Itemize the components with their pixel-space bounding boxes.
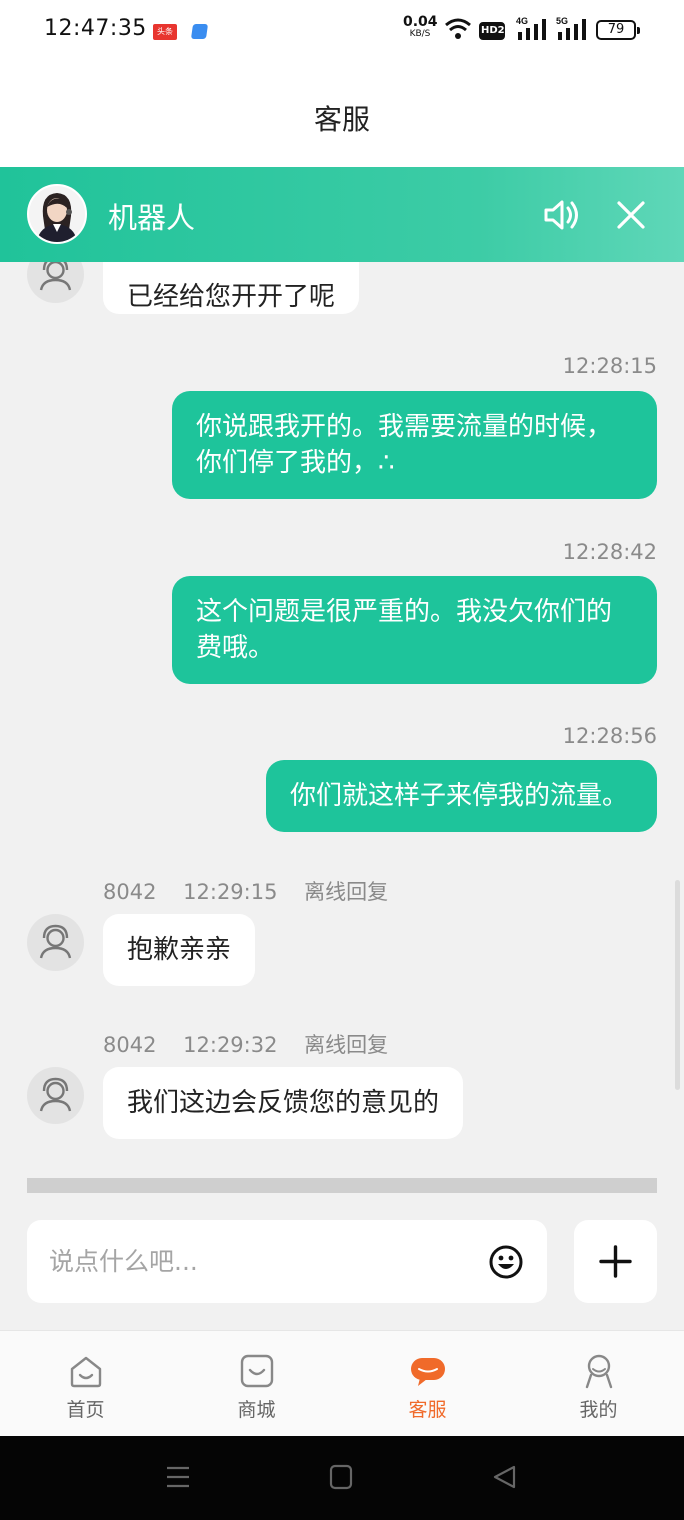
top-header: 客服	[0, 62, 684, 167]
signal-5g-icon: 5G	[556, 16, 586, 40]
user-message-bubble[interactable]: 你说跟我开的。我需要流量的时候， 你们停了我的，∴	[172, 391, 657, 499]
agent-avatar	[27, 262, 84, 303]
scrollbar[interactable]	[675, 880, 680, 1090]
message-line: 你们就这样子来停我的流量。	[290, 781, 629, 811]
close-icon[interactable]	[613, 197, 649, 233]
bottom-tab-bar: 首页 商城 客服 我的	[0, 1330, 684, 1436]
message-timestamp: 12:28:15	[562, 354, 657, 378]
speaker-icon[interactable]	[542, 197, 582, 233]
offline-reply-label: 离线回复	[304, 880, 389, 904]
agent-avatar	[27, 914, 84, 971]
home-square-icon[interactable]	[329, 1464, 353, 1490]
status-time: 12:47:35	[44, 16, 147, 41]
tab-label: 商城	[237, 1399, 276, 1421]
agent-portrait-icon	[29, 186, 85, 242]
agent-id: 8042	[103, 880, 157, 904]
status-bar: 12:47:35 头条 0.04 KB/S HD2 4G 5G 79	[0, 0, 684, 62]
system-nav-bar	[0, 1436, 684, 1520]
message-timestamp: 12:28:56	[562, 724, 657, 748]
add-attachment-button[interactable]	[574, 1220, 657, 1303]
agent-id: 8042	[103, 1033, 157, 1057]
tab-shop[interactable]: 商城	[171, 1331, 342, 1437]
chat-message-list[interactable]: 已经给您开开了呢 12:28:15 你说跟我开的。我需要流量的时候， 你们停了我…	[0, 262, 684, 1192]
message-input[interactable]: 说点什么吧...	[27, 1220, 547, 1303]
network-speed: 0.04 KB/S	[403, 14, 438, 40]
menu-icon[interactable]	[165, 1464, 191, 1490]
customer-service-avatar-icon	[39, 262, 72, 291]
agent-message-bubble[interactable]: 抱歉亲亲	[103, 914, 256, 986]
user-message-bubble[interactable]: 这个问题是很严重的。我没欠你们的 费哦。	[172, 576, 657, 684]
message-input-placeholder: 说点什么吧...	[49, 1247, 198, 1276]
signal-4g-icon: 4G	[516, 16, 546, 40]
agent-avatar	[27, 1067, 84, 1124]
hd-voice-icon: HD2	[479, 22, 505, 40]
shop-icon	[240, 1354, 274, 1388]
user-message-bubble[interactable]: 你们就这样子来停我的流量。	[266, 760, 657, 832]
message-timestamp: 12:29:32	[183, 1033, 278, 1057]
agent-message-meta: 8042 12:29:32 离线回复	[103, 1029, 408, 1059]
signal-5g-label: 5G	[556, 16, 568, 26]
chat-bubble-icon	[411, 1358, 445, 1386]
tab-profile[interactable]: 我的	[513, 1331, 684, 1437]
wifi-icon	[445, 18, 471, 39]
plus-icon	[599, 1245, 632, 1278]
network-speed-value: 0.04	[403, 14, 438, 30]
message-timestamp: 12:29:15	[183, 880, 278, 904]
tab-label: 客服	[408, 1399, 447, 1421]
message-line: 你说跟我开的。我需要流量的时候，	[196, 412, 613, 442]
message-timestamp: 12:28:42	[562, 540, 657, 564]
robot-avatar[interactable]	[27, 184, 87, 244]
app-notification-icon	[190, 24, 209, 39]
message-line: 你们停了我的，∴	[196, 448, 395, 478]
customer-service-avatar-icon	[39, 924, 72, 959]
offline-reply-label: 离线回复	[304, 1033, 389, 1057]
home-icon	[70, 1356, 102, 1388]
customer-service-avatar-icon	[39, 1077, 72, 1112]
agent-message-bubble[interactable]: 已经给您开开了呢	[103, 262, 360, 314]
input-divider	[27, 1178, 657, 1193]
message-line: 这个问题是很严重的。我没欠你们的	[196, 597, 613, 627]
agent-message-meta: 8042 12:29:15 离线回复	[103, 876, 408, 906]
agent-message-bubble[interactable]: 我们这边会反馈您的意见的	[103, 1067, 464, 1139]
emoji-icon[interactable]	[488, 1244, 524, 1280]
signal-4g-label: 4G	[516, 16, 528, 26]
tab-home[interactable]: 首页	[0, 1331, 171, 1437]
tab-customer-service[interactable]: 客服	[342, 1331, 513, 1437]
news-app-notification-icon: 头条	[153, 24, 177, 40]
robot-name: 机器人	[108, 201, 196, 235]
battery-icon: 79	[596, 20, 640, 40]
robot-bar: 机器人	[0, 167, 684, 262]
page-title: 客服	[313, 103, 370, 136]
tab-label: 我的	[579, 1399, 618, 1421]
profile-icon	[585, 1354, 613, 1389]
message-line: 费哦。	[196, 633, 275, 663]
tab-label: 首页	[66, 1399, 105, 1421]
back-icon[interactable]	[492, 1464, 516, 1490]
